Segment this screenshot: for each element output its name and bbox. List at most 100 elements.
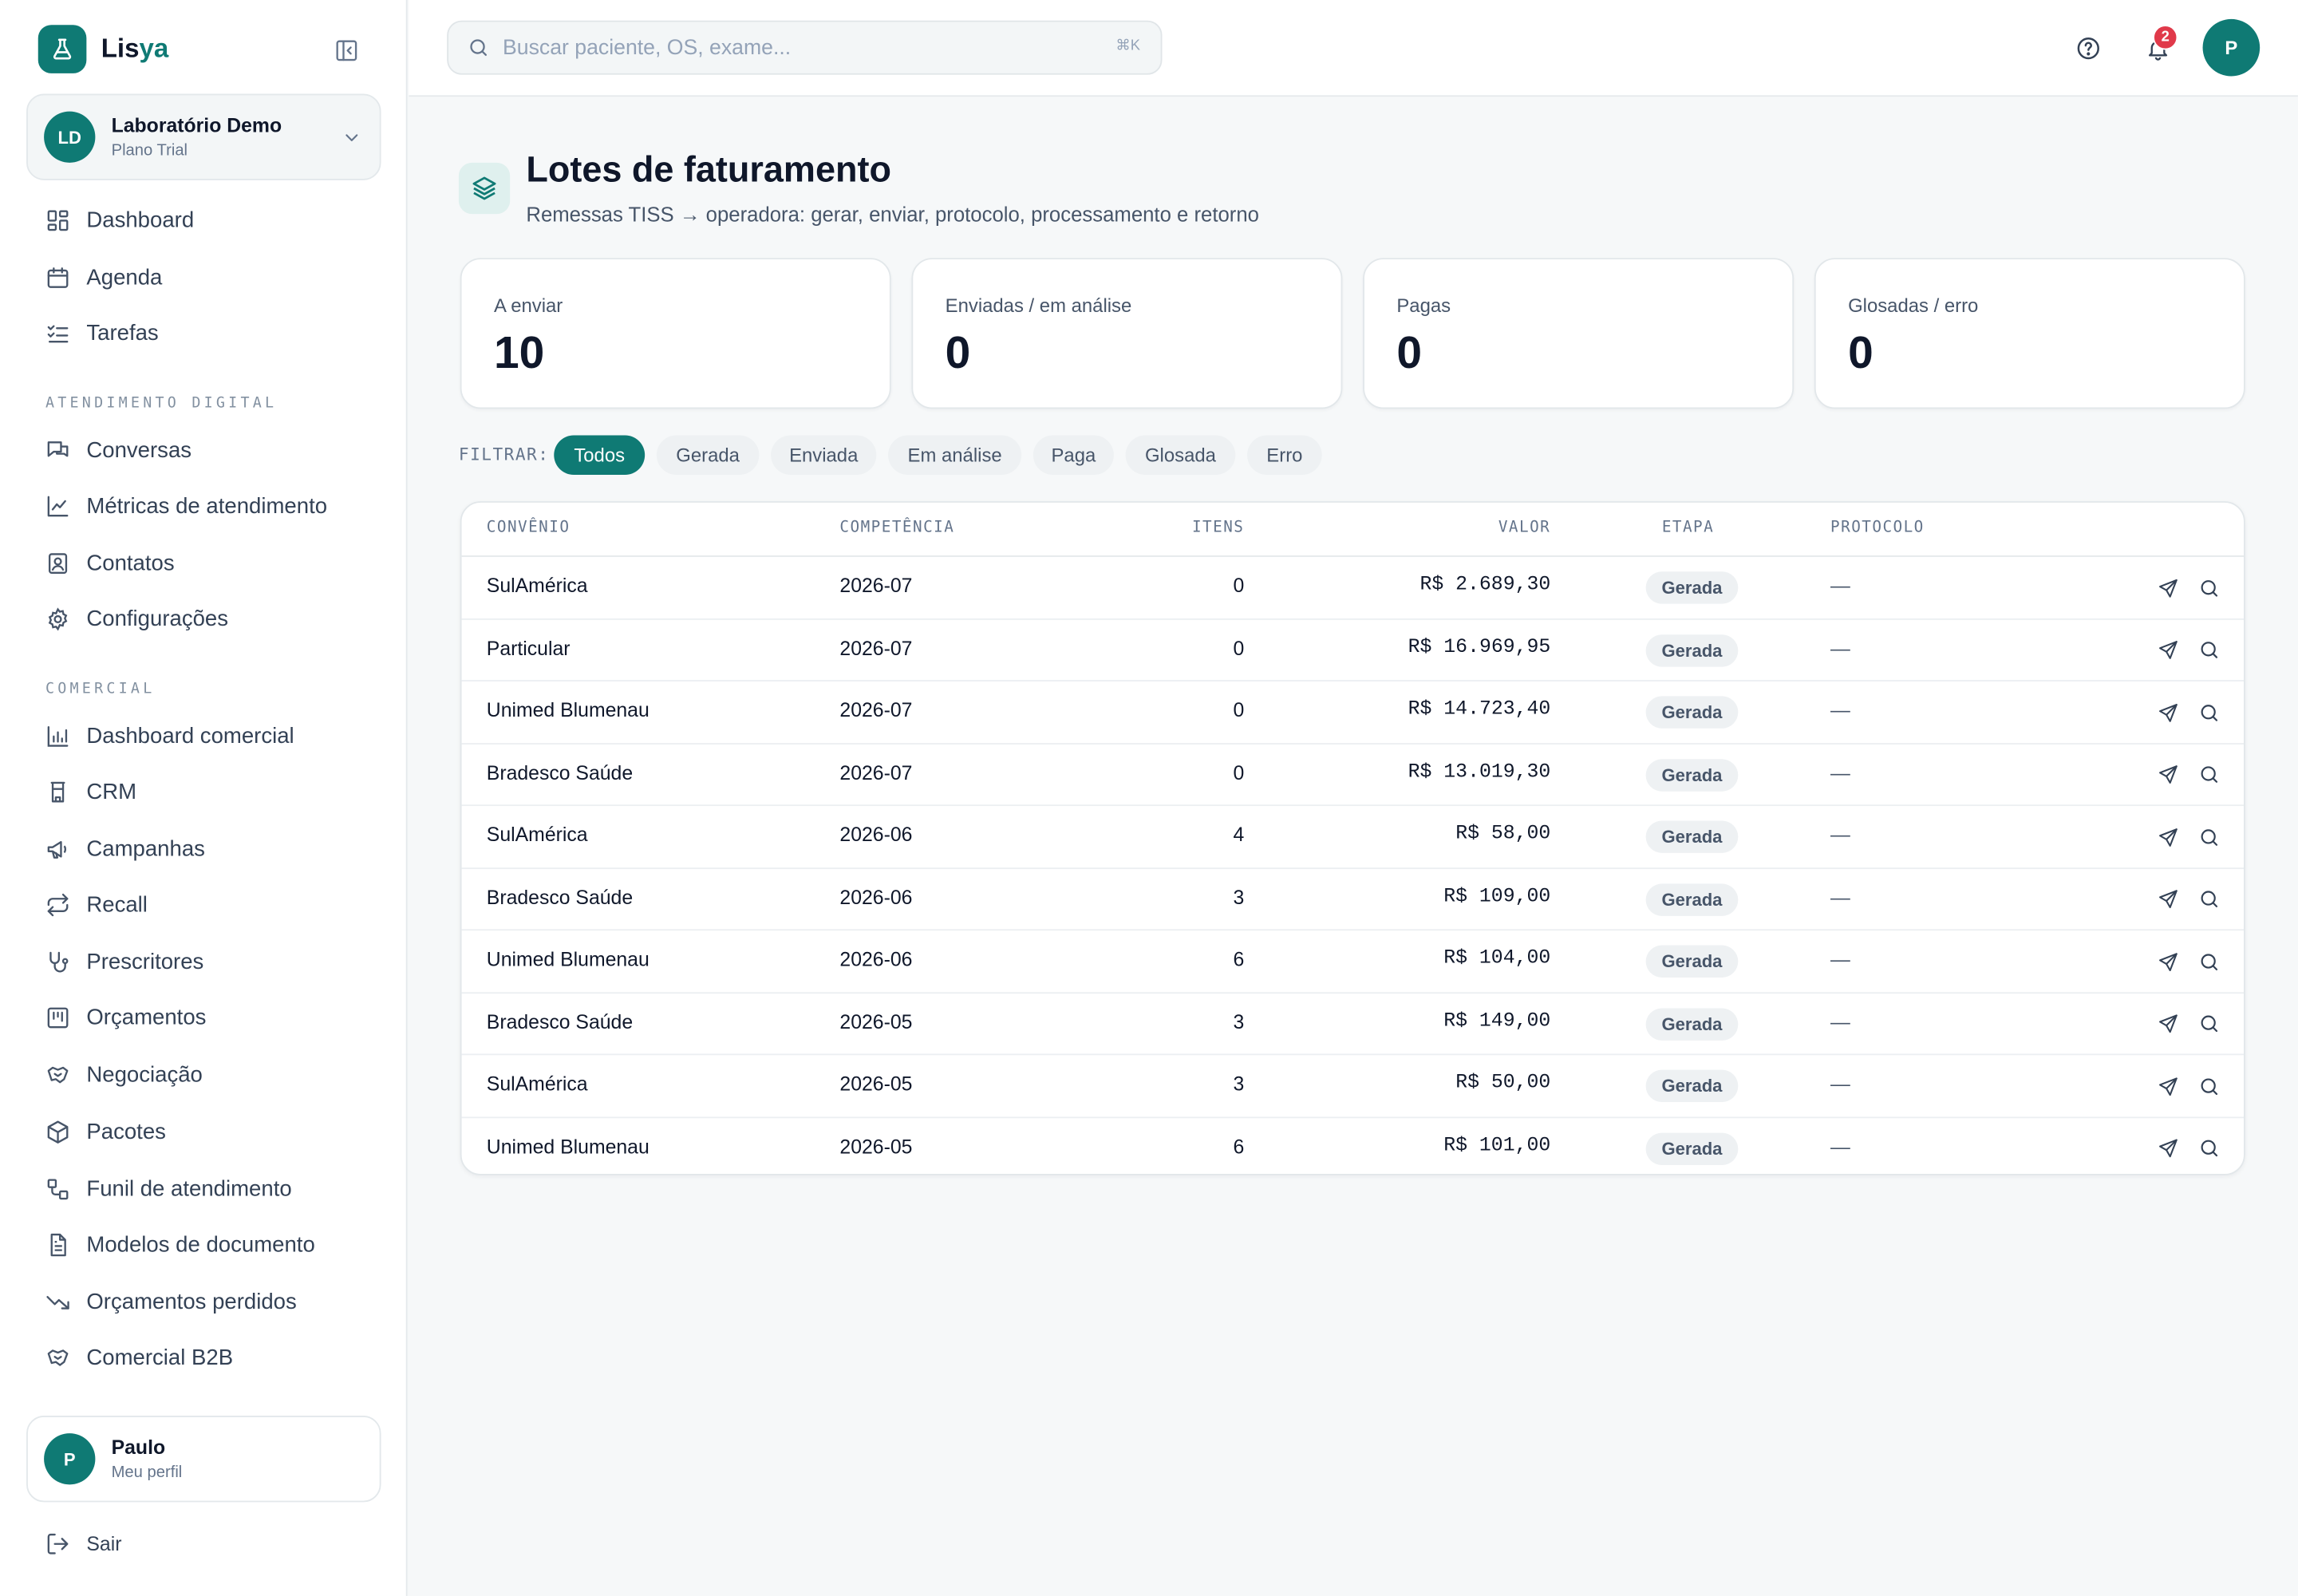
filter-chip-em-analise[interactable]: Em análise — [888, 435, 1022, 476]
table-row[interactable]: Bradesco Saúde 2026-05 3 R$ 149,00 Gerada — — [461, 993, 2244, 1056]
sidebar-item-label: Agenda — [86, 264, 163, 290]
chevron-down-icon — [345, 134, 358, 141]
send-icon[interactable] — [2154, 824, 2181, 850]
view-details-icon[interactable] — [2195, 637, 2221, 663]
stat-label: A enviar — [493, 294, 563, 317]
send-icon[interactable] — [2154, 1010, 2181, 1037]
cell-valor: R$ 2.689,30 — [1419, 574, 1551, 597]
filter-chip-paga[interactable]: Paga — [1033, 435, 1114, 476]
view-details-icon[interactable] — [2195, 1073, 2221, 1099]
sidebar-item-metricas[interactable]: Métricas de atendimento — [45, 488, 327, 523]
stat-label: Pagas — [1396, 294, 1451, 317]
filter-chip-erro[interactable]: Erro — [1247, 435, 1322, 476]
stat-card-pagas: Pagas 0 — [1363, 258, 1795, 409]
profile-sub: Meu perfil — [111, 1463, 183, 1481]
column-header-protocolo[interactable]: PROTOCOLO — [1830, 519, 1925, 536]
column-header-itens[interactable]: ITENS — [1192, 519, 1244, 536]
table-row[interactable]: Unimed Blumenau 2026-06 6 R$ 104,00 Gerada — — [461, 930, 2244, 994]
sidebar-collapse-icon[interactable] — [331, 35, 361, 65]
column-header-etapa[interactable]: ETAPA — [1662, 519, 1714, 536]
send-icon[interactable] — [2154, 948, 2181, 974]
table-row[interactable]: Unimed Blumenau 2026-05 6 R$ 101,00 Gerada — — [462, 1117, 2244, 1174]
sidebar-item-conversas[interactable]: Conversas — [45, 433, 192, 468]
section-label-atendimento: ATENDIMENTO DIGITAL — [45, 395, 278, 413]
brand[interactable]: Lisya — [38, 24, 169, 73]
filter-chip-glosada[interactable]: Glosada — [1125, 435, 1236, 476]
view-details-icon[interactable] — [2195, 761, 2221, 788]
column-header-valor[interactable]: VALOR — [1498, 519, 1550, 536]
status-badge: Gerada — [1645, 758, 1739, 791]
sidebar-item-recall[interactable]: Recall — [45, 887, 148, 922]
view-details-icon[interactable] — [2195, 1010, 2221, 1037]
sidebar-item-pacotes[interactable]: Pacotes — [45, 1114, 166, 1149]
lotes-table: CONVÊNIO COMPETÊNCIA ITENS VALOR ETAPA P… — [460, 501, 2245, 1175]
profile-card[interactable]: P Paulo Meu perfil — [26, 1416, 381, 1503]
table-row[interactable]: SulAmérica 2026-06 4 R$ 58,00 Gerada — — [461, 806, 2244, 869]
table-row[interactable]: Unimed Blumenau 2026-07 0 R$ 14.723,40 Gerad… — [461, 681, 2244, 745]
view-details-icon[interactable] — [2195, 699, 2221, 725]
send-icon[interactable] — [2154, 761, 2181, 788]
sidebar-item-label: Modelos de documento — [86, 1231, 315, 1257]
cell-convenio: Unimed Blumenau — [486, 948, 650, 970]
sidebar-item-negociacao[interactable]: Negociação — [45, 1057, 203, 1092]
table-row[interactable]: SulAmérica 2026-05 3 R$ 50,00 Gerada — — [461, 1055, 2244, 1118]
send-icon[interactable] — [2154, 575, 2181, 601]
search-box[interactable]: ⌘K — [447, 20, 1163, 75]
page-title: Lotes de faturamento — [526, 151, 891, 191]
logout-button[interactable]: Sair — [45, 1527, 121, 1559]
sidebar-item-dashboard[interactable]: Dashboard — [45, 202, 194, 237]
stat-card-enviadas: Enviadas / em análise 0 — [911, 258, 1343, 409]
cell-protocolo: — — [1830, 761, 1850, 784]
filter-chip-enviada[interactable]: Enviada — [771, 435, 877, 476]
sidebar-item-orcamentos[interactable]: Orçamentos — [45, 999, 206, 1034]
handshake-icon — [47, 1065, 69, 1083]
view-details-icon[interactable] — [2195, 575, 2221, 601]
filter-chip-todos[interactable]: Todos — [554, 435, 646, 476]
cell-valor: R$ 101,00 — [1443, 1135, 1551, 1157]
table-row[interactable]: Bradesco Saúde 2026-07 0 R$ 13.019,30 Gerada… — [461, 744, 2244, 807]
status-badge: Gerada — [1645, 1132, 1739, 1165]
sidebar-item-dashboard-comercial[interactable]: Dashboard comercial — [45, 718, 294, 753]
send-icon[interactable] — [2154, 699, 2181, 725]
sidebar-item-funil[interactable]: Funil de atendimento — [45, 1171, 292, 1206]
view-details-icon[interactable] — [2195, 824, 2221, 850]
cell-valor: R$ 104,00 — [1443, 948, 1551, 970]
search-icon — [470, 39, 488, 57]
status-badge: Gerada — [1645, 820, 1739, 853]
sidebar-item-campanhas[interactable]: Campanhas — [45, 831, 205, 866]
column-header-competencia[interactable]: COMPETÊNCIA — [839, 519, 954, 536]
cell-convenio: Bradesco Saúde — [486, 1010, 634, 1033]
cell-protocolo: — — [1830, 1073, 1850, 1095]
view-details-icon[interactable] — [2195, 1135, 2221, 1161]
user-avatar[interactable]: P — [2202, 18, 2260, 77]
sidebar-item-crm[interactable]: CRM — [45, 774, 136, 809]
filter-chip-gerada[interactable]: Gerada — [656, 435, 760, 476]
table-row[interactable]: SulAmérica 2026-07 0 R$ 2.689,30 Gerada — — [461, 557, 2244, 619]
view-details-icon[interactable] — [2195, 886, 2221, 912]
cell-itens: 3 — [1233, 1073, 1245, 1095]
send-icon[interactable] — [2154, 637, 2181, 663]
sidebar-item-orcamentos-perdidos[interactable]: Orçamentos perdidos — [45, 1284, 297, 1319]
help-icon[interactable] — [2072, 32, 2104, 64]
sidebar-item-comercial-b2b[interactable]: Comercial B2B — [45, 1340, 233, 1375]
chat-icon — [47, 440, 69, 456]
sidebar-item-prescritores[interactable]: Prescritores — [45, 944, 203, 979]
sidebar-item-configuracoes[interactable]: Configurações — [45, 601, 228, 636]
send-icon[interactable] — [2154, 886, 2181, 912]
table-row[interactable]: Bradesco Saúde 2026-06 3 R$ 109,00 Gerada — — [461, 868, 2244, 931]
cell-protocolo: — — [1830, 886, 1850, 908]
table-row[interactable]: Particular 2026-07 0 R$ 16.969,95 Gerada — — [461, 619, 2244, 681]
column-header-convenio[interactable]: CONVÊNIO — [487, 519, 571, 536]
send-icon[interactable] — [2154, 1135, 2181, 1161]
search-input[interactable] — [502, 35, 1089, 60]
sidebar-item-modelos[interactable]: Modelos de documento — [45, 1227, 315, 1262]
org-switcher[interactable]: LD Laboratório Demo Plano Trial — [26, 93, 381, 180]
megaphone-icon — [47, 840, 66, 858]
sidebar-item-tarefas[interactable]: Tarefas — [45, 315, 159, 350]
cell-convenio: Bradesco Saúde — [486, 886, 634, 908]
cell-itens: 3 — [1233, 1010, 1245, 1033]
view-details-icon[interactable] — [2195, 948, 2221, 974]
send-icon[interactable] — [2154, 1073, 2181, 1099]
sidebar-item-agenda[interactable]: Agenda — [45, 259, 162, 294]
sidebar-item-contatos[interactable]: Contatos — [45, 545, 175, 580]
